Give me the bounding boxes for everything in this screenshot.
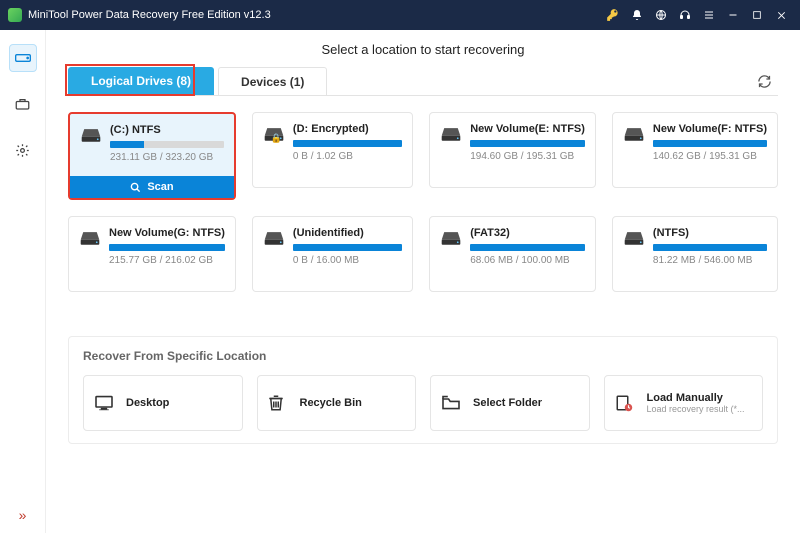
title-bar: MiniTool Power Data Recovery Free Editio…: [0, 0, 800, 30]
disk-icon: [263, 229, 285, 247]
location-name: Load Manually: [647, 392, 745, 404]
scan-button[interactable]: Scan: [70, 176, 234, 198]
location-icon: [94, 395, 116, 411]
location-name: Recycle Bin: [300, 397, 362, 409]
drive-size: 194.60 GB / 195.31 GB: [470, 151, 585, 162]
bell-icon[interactable]: [626, 4, 648, 26]
locations-grid: Desktop Recycle Bin Select Folder Load Manu…: [83, 375, 763, 431]
refresh-icon[interactable]: [751, 70, 778, 93]
location-icon: [615, 394, 637, 412]
nav-briefcase-icon[interactable]: [9, 90, 37, 118]
usage-bar: [470, 244, 585, 251]
drives-grid: (C:) NTFS 231.11 GB / 323.20 GB Scan 🔒 (D: E…: [68, 112, 778, 292]
disk-icon: [79, 229, 101, 247]
drive-card[interactable]: (Unidentified) 0 B / 16.00 MB: [252, 216, 413, 292]
drive-size: 215.77 GB / 216.02 GB: [109, 255, 225, 266]
location-icon: [441, 395, 463, 411]
expand-nav-icon[interactable]: »: [19, 507, 27, 523]
tab-devices[interactable]: Devices (1): [218, 67, 327, 95]
location-card[interactable]: Recycle Bin: [257, 375, 417, 431]
nav-drives-icon[interactable]: [9, 44, 37, 72]
drive-size: 81.22 MB / 546.00 MB: [653, 255, 767, 266]
location-card[interactable]: Select Folder: [430, 375, 590, 431]
nav-settings-icon[interactable]: [9, 136, 37, 164]
drive-name: New Volume(E: NTFS): [470, 123, 585, 135]
disk-icon: [440, 125, 462, 143]
drive-card[interactable]: (C:) NTFS 231.11 GB / 323.20 GB Scan: [68, 112, 236, 200]
usage-bar: [653, 140, 767, 147]
close-button[interactable]: [770, 4, 792, 26]
drive-name: (NTFS): [653, 227, 767, 239]
lock-icon: 🔒: [271, 133, 282, 144]
drive-name: (D: Encrypted): [293, 123, 402, 135]
drive-name: New Volume(G: NTFS): [109, 227, 225, 239]
disk-icon: [440, 229, 462, 247]
location-card[interactable]: Load ManuallyLoad recovery result (*...: [604, 375, 764, 431]
drive-card[interactable]: 🔒 (D: Encrypted) 0 B / 1.02 GB: [252, 112, 413, 188]
drive-name: (Unidentified): [293, 227, 402, 239]
key-icon[interactable]: [602, 4, 624, 26]
recover-section: Recover From Specific Location Desktop Re…: [68, 336, 778, 444]
disk-icon: [80, 126, 102, 144]
globe-icon[interactable]: [650, 4, 672, 26]
app-title: MiniTool Power Data Recovery Free Editio…: [28, 9, 600, 21]
usage-bar: [293, 140, 402, 147]
drive-card[interactable]: New Volume(F: NTFS) 140.62 GB / 195.31 GB: [612, 112, 778, 188]
drive-name: (FAT32): [470, 227, 585, 239]
drive-card[interactable]: New Volume(E: NTFS) 194.60 GB / 195.31 GB: [429, 112, 596, 188]
maximize-button[interactable]: [746, 4, 768, 26]
disk-icon: [623, 229, 645, 247]
left-nav: »: [0, 30, 46, 533]
drive-name: New Volume(F: NTFS): [653, 123, 767, 135]
drive-size: 140.62 GB / 195.31 GB: [653, 151, 767, 162]
drive-name: (C:) NTFS: [110, 124, 224, 136]
recover-section-title: Recover From Specific Location: [83, 349, 763, 363]
usage-bar: [470, 140, 585, 147]
app-logo-icon: [8, 8, 22, 22]
usage-bar: [109, 244, 225, 251]
menu-icon[interactable]: [698, 4, 720, 26]
usage-bar: [653, 244, 767, 251]
drive-size: 0 B / 1.02 GB: [293, 151, 402, 162]
tab-logical-drives[interactable]: Logical Drives (8): [68, 67, 214, 95]
usage-bar: [293, 244, 402, 251]
location-name: Select Folder: [473, 397, 542, 409]
drive-size: 68.06 MB / 100.00 MB: [470, 255, 585, 266]
drive-card[interactable]: (FAT32) 68.06 MB / 100.00 MB: [429, 216, 596, 292]
location-name: Desktop: [126, 397, 169, 409]
location-icon: [268, 394, 290, 412]
drive-size: 231.11 GB / 323.20 GB: [110, 152, 224, 163]
page-heading: Select a location to start recovering: [68, 42, 778, 57]
location-card[interactable]: Desktop: [83, 375, 243, 431]
headset-icon[interactable]: [674, 4, 696, 26]
drive-size: 0 B / 16.00 MB: [293, 255, 402, 266]
usage-bar: [110, 141, 224, 148]
tabs: Logical Drives (8) Devices (1): [68, 67, 778, 96]
disk-icon: [623, 125, 645, 143]
location-sub: Load recovery result (*...: [647, 404, 745, 414]
drive-card[interactable]: New Volume(G: NTFS) 215.77 GB / 216.02 GB: [68, 216, 236, 292]
minimize-button[interactable]: [722, 4, 744, 26]
drive-card[interactable]: (NTFS) 81.22 MB / 546.00 MB: [612, 216, 778, 292]
